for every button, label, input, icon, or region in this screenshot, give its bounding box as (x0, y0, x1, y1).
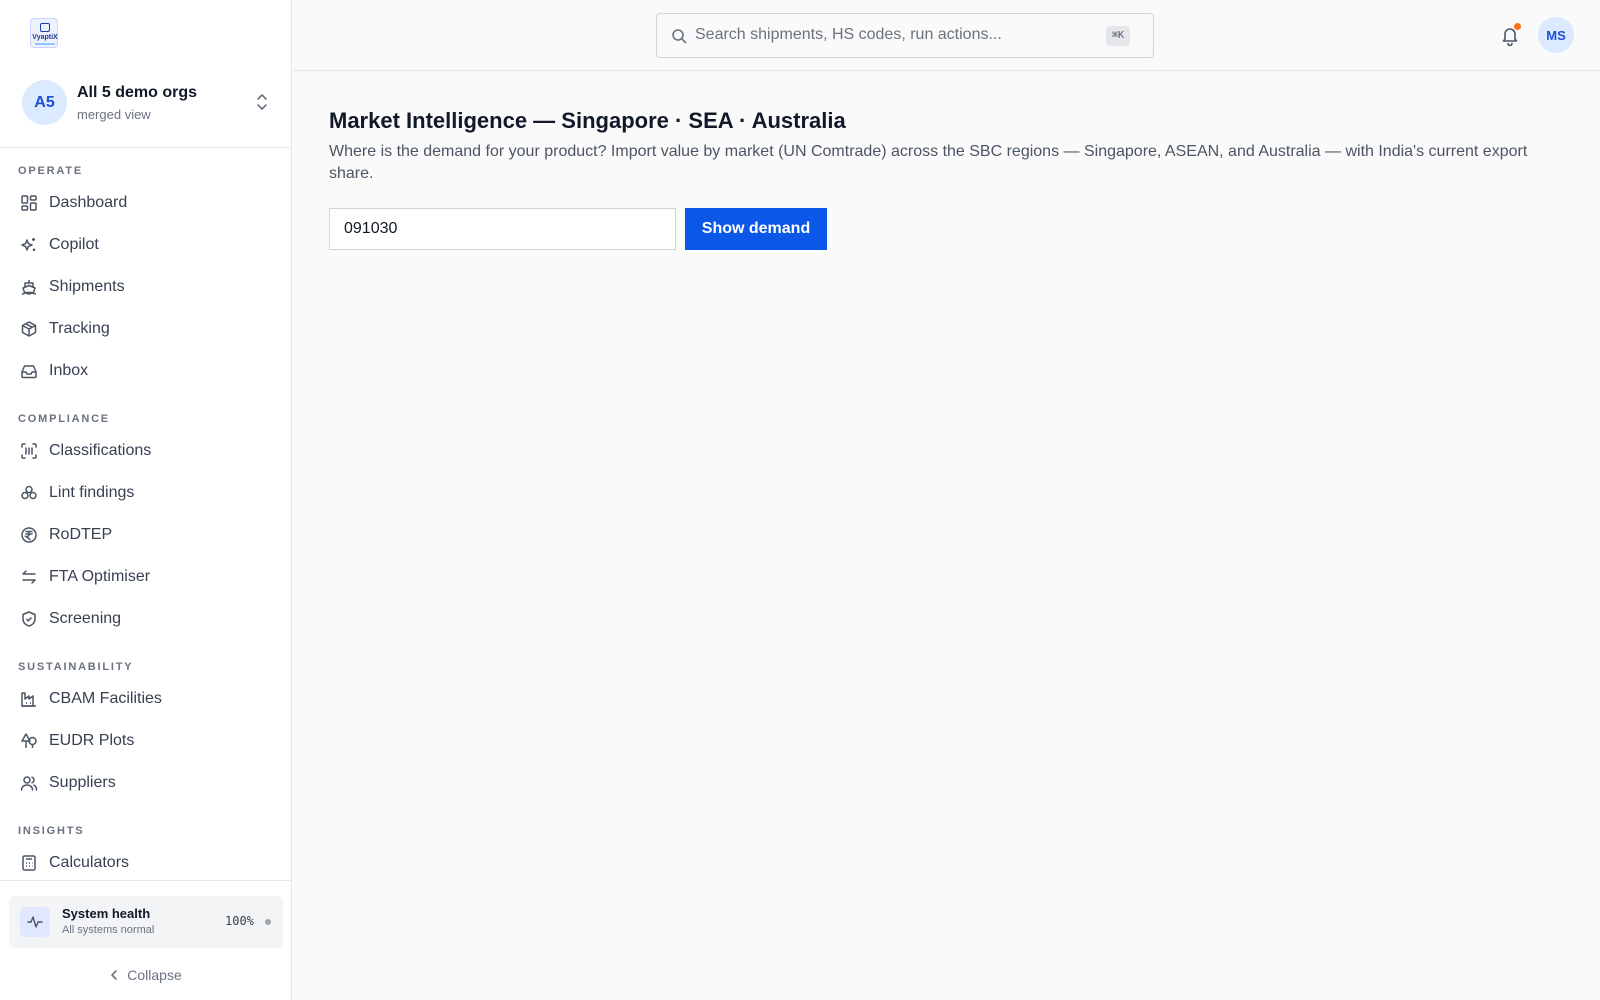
chevron-left-icon (111, 970, 118, 980)
trees-icon (20, 732, 38, 750)
sidebar-item-label: Tracking (49, 320, 110, 337)
org-name: All 5 demo orgs (77, 84, 198, 101)
collapse-label: Collapse (127, 967, 182, 983)
shield-check-icon (20, 610, 38, 628)
nav-section-operate: OPERATE (18, 165, 83, 177)
dashboard-icon (20, 194, 38, 212)
sidebar-item-lint-findings[interactable]: Lint findings (0, 472, 291, 514)
page-title: Market Intelligence — Singapore · SEA · … (329, 108, 846, 133)
sidebar-item-label: FTA Optimiser (49, 568, 151, 585)
sidebar-item-copilot[interactable]: Copilot (0, 224, 291, 266)
sidebar-item-fta-optimiser[interactable]: FTA Optimiser (0, 556, 291, 598)
sidebar-item-label: Dashboard (49, 194, 128, 211)
sidebar-item-classifications[interactable]: Classifications (0, 430, 291, 472)
sidebar-item-cbam-facilities[interactable]: CBAM Facilities (0, 678, 291, 720)
sidebar-item-calculators[interactable]: Calculators (0, 842, 291, 880)
logo-underline (35, 43, 55, 45)
sidebar-item-label: Classifications (49, 442, 152, 459)
collapse-sidebar-button[interactable]: Collapse (0, 963, 291, 987)
sidebar-item-label: EUDR Plots (49, 732, 135, 749)
barcode-scan-icon (20, 442, 38, 460)
user-avatar[interactable]: MS (1538, 17, 1574, 53)
factory-icon (20, 690, 38, 708)
logo-text: VyaptiX (32, 34, 58, 41)
nav-section-sustainability: SUSTAINABILITY (18, 661, 134, 673)
org-subtitle: merged view (77, 107, 151, 122)
brand-logo[interactable]: VyaptiX (30, 18, 58, 48)
sidebar-item-label: Screening (49, 610, 122, 627)
page-description: Where is the demand for your product? Im… (329, 143, 1528, 182)
org-switcher[interactable]: A5 All 5 demo orgs merged view (0, 70, 291, 148)
sidebar-item-label: Lint findings (49, 484, 135, 501)
system-health-title: System health (62, 906, 151, 921)
logo-mark-icon (40, 23, 50, 32)
arrows-left-right-icon (20, 568, 38, 586)
show-demand-button[interactable]: Show demand (685, 208, 827, 250)
logo-area: VyaptiX (0, 0, 291, 70)
main-content: Market Intelligence — Singapore · SEA · … (329, 105, 1569, 250)
sidebar-footer: System health All systems normal 100% Co… (0, 880, 291, 1000)
sidebar-item-label: CBAM Facilities (49, 690, 162, 707)
ship-icon (20, 278, 38, 296)
search-icon (672, 29, 687, 44)
sparkles-icon (20, 236, 38, 254)
search-placeholder: Search shipments, HS codes, run actions.… (695, 26, 1002, 43)
search-shortcut-badge: ⌘K (1106, 26, 1131, 46)
demand-form: Show demand (329, 208, 1569, 250)
global-search[interactable]: Search shipments, HS codes, run actions.… (656, 13, 1154, 58)
sidebar: VyaptiX A5 All 5 demo orgs merged view O… (0, 0, 292, 1000)
sidebar-item-suppliers[interactable]: Suppliers (0, 762, 291, 804)
top-bar: Search shipments, HS codes, run actions.… (293, 0, 1600, 71)
sidebar-item-inbox[interactable]: Inbox (0, 350, 291, 392)
org-avatar: A5 (22, 80, 67, 125)
nav-section-compliance: COMPLIANCE (18, 413, 110, 425)
sidebar-item-label: Shipments (49, 278, 125, 295)
status-dot (265, 919, 271, 925)
package-icon (20, 320, 38, 338)
notification-dot (1514, 23, 1521, 30)
sidebar-item-eudr-plots[interactable]: EUDR Plots (0, 720, 291, 762)
calculator-icon (20, 854, 38, 872)
system-health-status: All systems normal (62, 924, 155, 936)
inbox-icon (20, 362, 38, 380)
sidebar-item-dashboard[interactable]: Dashboard (0, 182, 291, 224)
system-health-percent: 100% (225, 914, 254, 928)
sidebar-item-label: Inbox (49, 362, 89, 379)
sidebar-item-screening[interactable]: Screening (0, 598, 291, 640)
sidebar-item-label: Suppliers (49, 774, 116, 791)
hs-code-input[interactable] (329, 208, 676, 250)
sidebar-item-label: RoDTEP (49, 526, 113, 543)
users-icon (20, 774, 38, 792)
system-health-card[interactable]: System health All systems normal 100% (9, 896, 283, 948)
sidebar-item-label: Calculators (49, 854, 130, 871)
bug-icon (20, 484, 38, 502)
rupee-coin-icon (20, 526, 38, 544)
sidebar-item-tracking[interactable]: Tracking (0, 308, 291, 350)
sidebar-item-rodtep[interactable]: RoDTEP (0, 514, 291, 556)
sidebar-item-label: Copilot (49, 236, 99, 253)
sidebar-item-shipments[interactable]: Shipments (0, 266, 291, 308)
sidebar-nav: OPERATE Dashboard Copilot Shipments Trac… (0, 148, 291, 880)
nav-section-insights: INSIGHTS (18, 825, 85, 837)
activity-icon (20, 907, 50, 937)
chevron-up-down-icon (257, 94, 267, 110)
